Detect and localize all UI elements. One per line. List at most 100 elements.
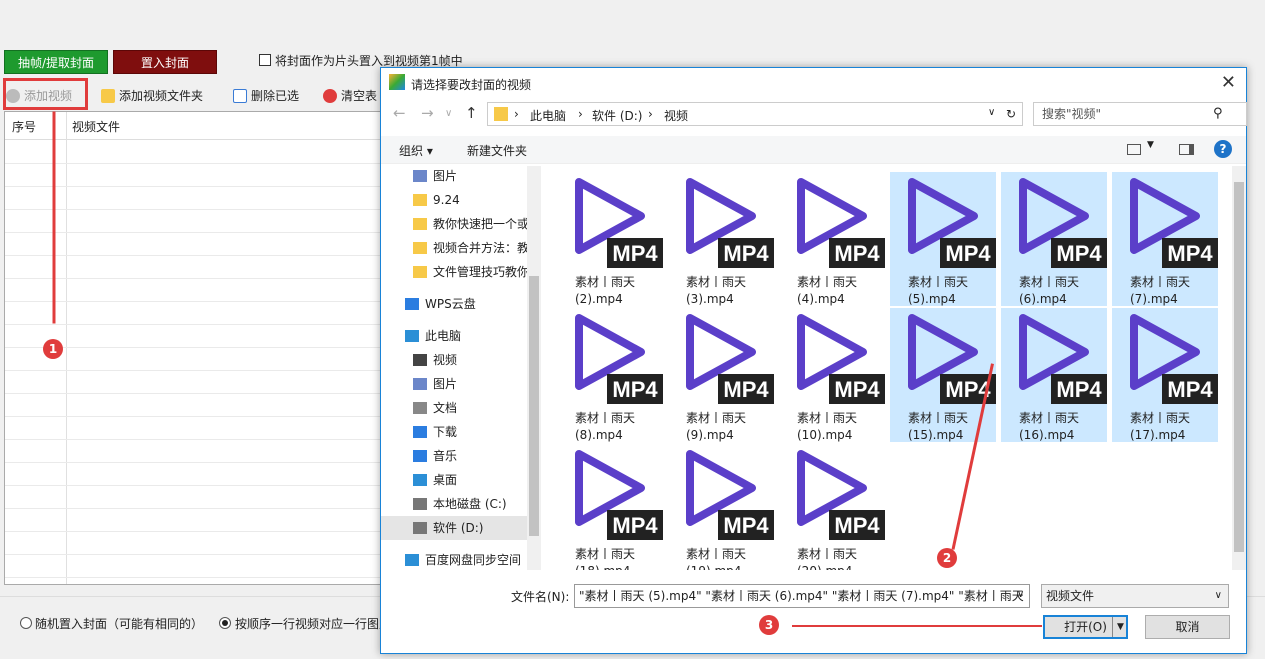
extract-cover-button[interactable]: 抽帧/提取封面 [4,50,108,74]
tree-item-label: 此电脑 [425,329,462,343]
file-item[interactable]: MP4 素材丨雨天 (6).mp4 [1001,172,1107,306]
tree-item[interactable]: 视频 [381,348,527,372]
breadcrumb-drive-d[interactable]: 软件 (D:) [592,107,642,124]
filetype-select[interactable]: 视频文件 ∨ [1041,584,1229,608]
mp4-video-icon: MP4 [686,314,774,404]
mp4-video-icon: MP4 [575,314,663,404]
address-bar[interactable]: › 此电脑 › 软件 (D:) › 视频 ∨ ↻ [487,102,1023,126]
file-name-line1: 素材丨雨天 [575,547,636,561]
navigation-tree: 图片 9.24 教你快速把一个或多视频合并方法：教你文件管理技巧教你如 WPS云盘此电… [381,166,543,570]
filename-dropdown-icon[interactable]: ∨ [1017,589,1024,600]
file-item[interactable]: MP4 素材丨雨天 (20).mp4 [779,444,885,570]
organize-menu[interactable]: 组织 ▾ [399,142,433,159]
annotation-marker-2: 2 [937,548,957,568]
svg-text:MP4: MP4 [612,377,658,402]
random-radio[interactable] [20,617,32,629]
file-item[interactable]: MP4 素材丨雨天 (3).mp4 [668,172,774,306]
baidu-icon [405,554,419,566]
tree-item[interactable]: 软件 (D:) [381,516,527,540]
file-item[interactable]: MP4 素材丨雨天 (7).mp4 [1112,172,1218,306]
file-item[interactable]: MP4 素材丨雨天 (10).mp4 [779,308,885,442]
tree-item[interactable]: 本地磁盘 (C:) [381,492,527,516]
filename-row: 文件名(N): "素材丨雨天 (5).mp4" "素材丨雨天 (6).mp4" … [381,583,1246,609]
tree-item-label: WPS云盘 [425,297,476,311]
video-icon [413,354,427,366]
documents-icon [413,402,427,414]
tree-item-label: 教你快速把一个或多 [433,217,527,231]
breadcrumb-this-pc[interactable]: 此电脑 [530,107,566,124]
file-name: 素材丨雨天 (19).mp4 [668,546,774,570]
first-frame-checkbox[interactable] [259,54,271,66]
help-icon[interactable]: ? [1214,140,1232,158]
file-item[interactable]: MP4 素材丨雨天 (2).mp4 [557,172,663,306]
file-item[interactable]: MP4 素材丨雨天 (5).mp4 [890,172,996,306]
tree-item[interactable]: 下载 [381,420,527,444]
back-arrow-icon[interactable]: ← [393,104,406,122]
file-name: 素材丨雨天 (4).mp4 [779,274,885,308]
annotation-arrow-1 [52,111,56,324]
mp4-video-icon: MP4 [1019,314,1107,404]
tree-scrollbar[interactable] [527,166,541,570]
grid-scroll-thumb[interactable] [1234,182,1244,552]
tree-item[interactable]: 桌面 [381,468,527,492]
chevron-down-icon[interactable]: ▼ [1147,140,1154,150]
tree-item[interactable]: 百度网盘同步空间 [381,548,527,570]
mp4-video-icon: MP4 [575,178,663,268]
tree-item[interactable]: 文档 [381,396,527,420]
tree-item[interactable]: 文件管理技巧教你如 [381,260,527,284]
tree-item[interactable]: 视频合并方法：教你 [381,236,527,260]
file-item[interactable]: MP4 素材丨雨天 (8).mp4 [557,308,663,442]
column-file: 视频文件 [72,120,121,134]
tree-item[interactable]: 此电脑 [381,324,527,348]
mp4-video-icon: MP4 [797,314,885,404]
list-row-divider [5,462,383,463]
open-dropdown-icon[interactable]: ▼ [1112,617,1128,637]
list-row-divider [5,439,383,440]
file-item[interactable]: MP4 素材丨雨天 (18).mp4 [557,444,663,570]
file-name-line2: (20).mp4 [797,563,885,570]
recent-dropdown-icon[interactable]: ∨ [445,108,452,119]
file-item[interactable]: MP4 素材丨雨天 (9).mp4 [668,308,774,442]
file-name: 素材丨雨天 (17).mp4 [1112,410,1218,444]
file-item[interactable]: MP4 素材丨雨天 (16).mp4 [1001,308,1107,442]
pictures-icon [413,378,427,390]
delete-selected-button[interactable]: 删除已选 [233,84,299,108]
insert-cover-button[interactable]: 置入封面 [113,50,217,74]
view-options-icon[interactable] [1127,144,1141,155]
mp4-video-icon: MP4 [686,178,774,268]
file-item[interactable]: MP4 素材丨雨天 (17).mp4 [1112,308,1218,442]
grid-scrollbar[interactable] [1232,166,1246,570]
refresh-icon[interactable]: ↻ [1006,107,1016,121]
add-folder-button[interactable]: 添加视频文件夹 [101,84,203,108]
new-folder-button[interactable]: 新建文件夹 [467,142,527,159]
up-arrow-icon[interactable]: ↑ [465,104,478,122]
random-radio-label: 随机置入封面（可能有相同的） [35,617,204,631]
tree-item[interactable]: 图片 [381,166,527,188]
close-icon[interactable]: ✕ [1221,72,1236,93]
tree-item-label: 桌面 [433,473,458,487]
tree-item[interactable]: 教你快速把一个或多 [381,212,527,236]
file-name: 素材丨雨天 (3).mp4 [668,274,774,308]
tree-item[interactable]: 图片 [381,372,527,396]
file-item[interactable]: MP4 素材丨雨天 (4).mp4 [779,172,885,306]
mp4-video-icon: MP4 [1130,314,1218,404]
breadcrumb-videos[interactable]: 视频 [664,107,688,124]
tree-scroll-thumb[interactable] [529,276,539,536]
filename-input[interactable]: "素材丨雨天 (5).mp4" "素材丨雨天 (6).mp4" "素材丨雨天 (… [574,584,1030,608]
preview-pane-icon[interactable] [1179,144,1194,155]
cancel-button[interactable]: 取消 [1145,615,1230,639]
file-item[interactable]: MP4 素材丨雨天 (19).mp4 [668,444,774,570]
svg-text:MP4: MP4 [834,241,880,266]
tree-item[interactable]: 9.24 [381,188,527,212]
drive-icon [413,522,427,534]
tree-item-label: 下载 [433,425,458,439]
tree-item[interactable]: 音乐 [381,444,527,468]
sequential-radio[interactable] [219,617,231,629]
tree-item[interactable]: WPS云盘 [381,292,527,316]
file-name-line1: 素材丨雨天 [1130,275,1191,289]
forward-arrow-icon[interactable]: → [421,104,434,122]
clear-list-button[interactable]: 清空表 [323,84,377,108]
file-name-line2: (3).mp4 [686,292,734,306]
dialog-title: 请选择要改封面的视频 [411,78,532,92]
address-dropdown-icon[interactable]: ∨ [988,107,995,118]
